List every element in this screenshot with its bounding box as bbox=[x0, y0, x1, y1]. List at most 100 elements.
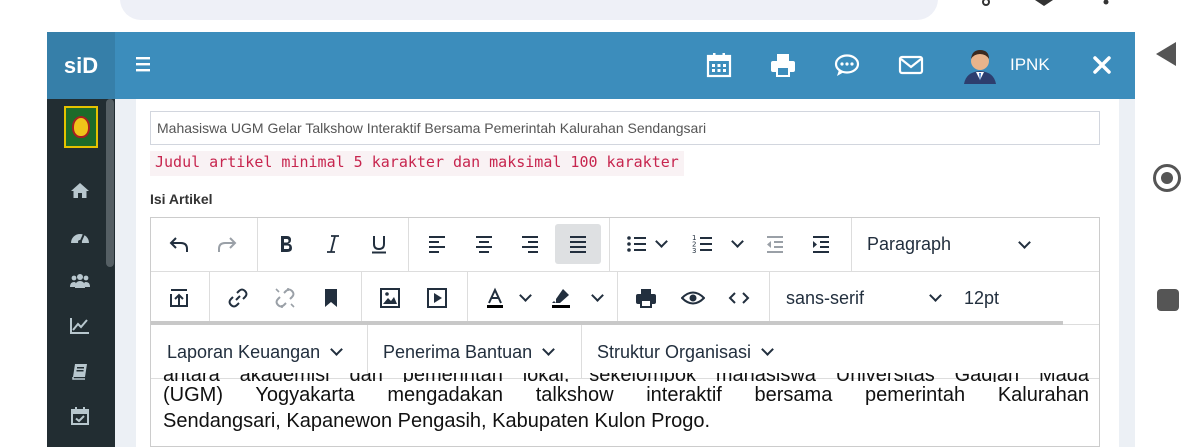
italic-button[interactable] bbox=[313, 224, 353, 264]
source-code-button[interactable] bbox=[719, 278, 759, 318]
village-logo[interactable] bbox=[64, 106, 98, 148]
user-avatar[interactable] bbox=[962, 46, 998, 84]
chevron-down-icon bbox=[654, 235, 668, 248]
article-body-label: Isi Artikel bbox=[150, 191, 213, 207]
menu-penerima-bantuan[interactable]: Penerima Bantuan bbox=[367, 325, 581, 379]
menu-label: Laporan Keuangan bbox=[167, 341, 321, 362]
nav-home-icon[interactable] bbox=[1153, 164, 1181, 192]
upload-button[interactable] bbox=[159, 278, 199, 318]
toolbar-row-1: 123 Paragraph bbox=[151, 218, 1099, 272]
content-line: Sendangsari, Kapanewon Pengasih, Kabupat… bbox=[163, 410, 711, 432]
align-center-button[interactable] bbox=[464, 224, 504, 264]
user-name[interactable]: IPNK bbox=[1010, 55, 1050, 75]
print-button[interactable] bbox=[626, 278, 666, 318]
numbered-list-icon: 123 bbox=[692, 234, 712, 255]
text-color-dropdown[interactable] bbox=[513, 278, 537, 318]
block-format-value: Paragraph bbox=[867, 234, 952, 254]
menu-icon[interactable] bbox=[135, 54, 153, 74]
font-family-select[interactable]: sans-serif bbox=[786, 272, 946, 324]
chevron-down-icon bbox=[929, 289, 942, 302]
align-justify-button[interactable] bbox=[555, 224, 601, 264]
more-icon[interactable] bbox=[1094, 0, 1118, 8]
chevron-down-icon bbox=[518, 289, 532, 302]
text-color-button[interactable] bbox=[475, 278, 515, 318]
bold-icon bbox=[281, 236, 292, 252]
redo-button[interactable] bbox=[207, 224, 247, 264]
insert-media-button[interactable] bbox=[417, 278, 457, 318]
content-line: antara akademisi dan pemerintah lokal, s… bbox=[163, 373, 1089, 382]
share-icon[interactable] bbox=[978, 0, 1002, 8]
sidebar-scrollbar[interactable] bbox=[106, 99, 114, 267]
toolbar-separator bbox=[851, 218, 852, 271]
title-validation-hint: Judul artikel minimal 5 karakter dan mak… bbox=[150, 151, 684, 176]
toolbar-separator bbox=[257, 218, 258, 271]
screen: siD IPNK Mahasiswa UGM Gelar Talkshow In… bbox=[0, 0, 1200, 447]
chevron-down-icon bbox=[590, 289, 604, 302]
editor-content-area[interactable]: antara akademisi dan pemerintah lokal, s… bbox=[163, 373, 1089, 434]
users-icon[interactable] bbox=[70, 272, 90, 290]
outdent-icon bbox=[767, 236, 783, 253]
numbered-list-button[interactable]: 123 bbox=[683, 224, 723, 264]
nav-back-icon[interactable] bbox=[1156, 42, 1176, 66]
align-justify-icon bbox=[570, 236, 586, 253]
print-icon bbox=[636, 289, 656, 308]
bookmark-anchor-button[interactable] bbox=[311, 278, 351, 318]
chevron-down-icon bbox=[330, 343, 344, 356]
anchor-bookmark-icon bbox=[325, 289, 337, 307]
calendar-icon[interactable] bbox=[705, 52, 733, 78]
indent-button[interactable] bbox=[801, 224, 841, 264]
bold-button[interactable] bbox=[266, 224, 306, 264]
eye-icon bbox=[681, 291, 705, 305]
underline-icon bbox=[372, 236, 386, 254]
menu-struktur-organisasi[interactable]: Struktur Organisasi bbox=[581, 325, 821, 379]
custom-menu-row: Laporan Keuangan Penerima Bantuan Strukt… bbox=[151, 325, 1099, 379]
menu-label: Penerima Bantuan bbox=[383, 341, 533, 362]
align-left-icon bbox=[429, 236, 445, 253]
outdent-button[interactable] bbox=[755, 224, 795, 264]
unlink-icon bbox=[275, 288, 295, 308]
insert-link-button[interactable] bbox=[218, 278, 258, 318]
preview-button[interactable] bbox=[673, 278, 713, 318]
content-line: (UGM) Yogyakarta mengadakan talkshow int… bbox=[163, 384, 1089, 406]
bullet-list-dropdown[interactable] bbox=[649, 224, 673, 264]
toolbar-separator bbox=[209, 272, 210, 324]
insert-image-button[interactable] bbox=[370, 278, 410, 318]
indent-icon bbox=[813, 236, 829, 253]
browser-url-bar[interactable] bbox=[120, 0, 938, 20]
mail-icon[interactable] bbox=[897, 52, 925, 78]
toolbar-row-2: sans-serif 12pt bbox=[151, 272, 1099, 325]
underline-button[interactable] bbox=[359, 224, 399, 264]
dashboard-icon[interactable] bbox=[70, 228, 90, 246]
chart-icon[interactable] bbox=[70, 317, 90, 335]
numbered-list-dropdown[interactable] bbox=[725, 224, 749, 264]
align-right-button[interactable] bbox=[510, 224, 550, 264]
article-title-input[interactable]: Mahasiswa UGM Gelar Talkshow Interaktif … bbox=[150, 111, 1100, 145]
home-icon[interactable] bbox=[70, 181, 90, 199]
highlight-color-button[interactable] bbox=[541, 278, 581, 318]
nav-recent-icon[interactable] bbox=[1157, 289, 1179, 311]
font-size-value: 12pt bbox=[964, 287, 1000, 308]
close-icon[interactable] bbox=[1091, 54, 1113, 76]
rich-text-editor: 123 Paragraph sans-serif 12pt Laporan Ke… bbox=[150, 217, 1100, 447]
align-left-button[interactable] bbox=[417, 224, 457, 264]
calendar-check-icon[interactable] bbox=[70, 407, 90, 425]
toolbar-separator bbox=[769, 272, 770, 324]
brand-logo[interactable]: siD bbox=[47, 32, 115, 99]
redo-icon bbox=[218, 237, 237, 252]
highlight-color-dropdown[interactable] bbox=[585, 278, 609, 318]
toolbar-separator bbox=[609, 218, 610, 271]
unlink-button[interactable] bbox=[265, 278, 305, 318]
android-nav-bar bbox=[1135, 0, 1200, 447]
text-color-icon bbox=[487, 287, 503, 308]
svg-text:3: 3 bbox=[692, 247, 696, 255]
bookmark-icon[interactable] bbox=[1032, 0, 1056, 8]
image-icon bbox=[380, 288, 400, 308]
logo-emblem bbox=[72, 116, 90, 138]
print-icon[interactable] bbox=[769, 52, 797, 78]
comment-icon[interactable] bbox=[833, 52, 861, 78]
undo-button[interactable] bbox=[159, 224, 199, 264]
font-size-select[interactable]: 12pt bbox=[964, 272, 1054, 324]
book-icon[interactable] bbox=[70, 362, 90, 380]
block-format-select[interactable]: Paragraph bbox=[867, 218, 1037, 271]
menu-laporan-keuangan[interactable]: Laporan Keuangan bbox=[151, 325, 367, 379]
